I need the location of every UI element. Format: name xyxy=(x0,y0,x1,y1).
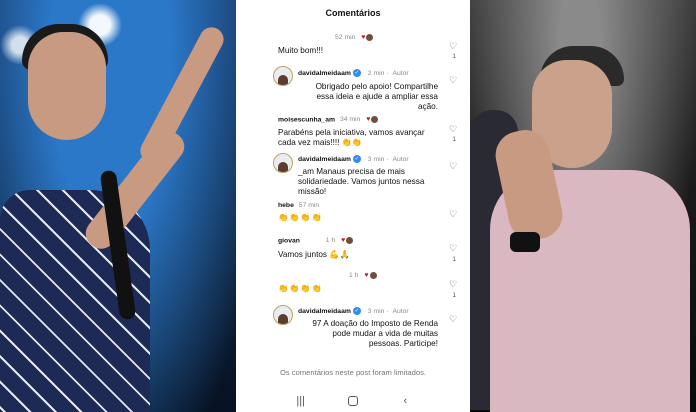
liked-heart-icon: ♥ xyxy=(361,34,366,42)
comments-sheet: Comentários 52 min ♥ Muito bom!!! ♡ 1 da… xyxy=(236,0,470,412)
comment-time: 34 min xyxy=(339,116,361,124)
comment-text: 97 A doação do Imposto de Renda pode mud… xyxy=(312,319,438,349)
comment-time: 2 min xyxy=(367,69,385,77)
liked-heart-icon: ♥ xyxy=(366,116,371,124)
comment-time: 1 h xyxy=(349,272,359,280)
heart-icon[interactable]: ♡ xyxy=(448,161,458,171)
user-avatar[interactable] xyxy=(273,305,293,325)
system-navbar: ||| ‹ xyxy=(236,390,470,412)
user-avatar[interactable] xyxy=(273,153,293,173)
author-tag: Autor xyxy=(392,69,409,77)
comment-meta: davidalmeidaam ✓ 2 min · Autor xyxy=(298,69,409,77)
verified-badge-icon: ✓ xyxy=(352,69,361,77)
comment-time: 3 min xyxy=(367,155,385,163)
author-liked-avatar xyxy=(366,34,374,41)
comment-meta: 1 h ♥ xyxy=(346,272,377,279)
heart-icon[interactable]: ♡ xyxy=(448,75,458,85)
liked-heart-icon: ♥ xyxy=(364,272,369,280)
comment-text: _am Manaus precisa de mais solidariedade… xyxy=(298,167,425,197)
liked-heart-icon: ♥ xyxy=(341,237,346,245)
watch xyxy=(510,232,540,252)
comment-text: Obrigado pelo apoio! Compartilhe essa id… xyxy=(315,82,438,112)
comment-meta: davidalmeidaam ✓ 3 min · Autor xyxy=(298,307,409,315)
comment-text: Parabéns pela iniciativa, vamos avançar … xyxy=(278,128,425,148)
verified-badge-icon: ✓ xyxy=(352,307,361,315)
heart-icon[interactable]: ♡ xyxy=(448,243,458,253)
author-tag: Autor xyxy=(392,307,409,315)
author-liked-avatar xyxy=(371,116,379,123)
verified-badge-icon: ✓ xyxy=(352,155,361,163)
home-icon[interactable] xyxy=(347,396,358,406)
like-count: 1 xyxy=(452,292,456,299)
left-photo xyxy=(0,0,236,412)
comment-text: Muito bom!!! xyxy=(278,46,324,55)
heart-icon[interactable]: ♡ xyxy=(448,279,458,289)
comment-username[interactable]: giovan xyxy=(278,237,300,244)
user-avatar[interactable] xyxy=(273,66,293,86)
author-tag: Autor xyxy=(392,155,409,163)
like-count: 1 xyxy=(452,53,456,60)
comment-meta: giovan 1 h ♥ xyxy=(278,237,354,245)
face xyxy=(28,32,106,140)
like-count: 1 xyxy=(452,256,456,263)
comment-text: Vamos juntos 💪🙏 xyxy=(278,250,350,259)
heart-icon[interactable]: ♡ xyxy=(448,124,458,134)
back-icon[interactable]: ‹ xyxy=(395,395,415,407)
comment-username[interactable]: moisescunha_am xyxy=(278,116,335,123)
comment-username[interactable]: davidalmeidaam xyxy=(298,156,351,163)
heart-icon[interactable]: ♡ xyxy=(448,209,458,219)
comment-time: 57 min xyxy=(298,202,320,209)
comment-username[interactable]: hebe xyxy=(278,202,294,209)
heart-icon[interactable]: ♡ xyxy=(448,41,458,51)
comment-username[interactable]: davidalmeidaam xyxy=(298,308,351,315)
comment-meta: 52 min ♥ xyxy=(332,34,374,42)
comment-text: 👏👏👏👏 xyxy=(278,213,323,222)
comment-time: 3 min xyxy=(367,307,385,315)
author-liked-avatar xyxy=(346,237,354,244)
comment-time: 52 min xyxy=(335,34,356,42)
comment-meta: moisescunha_am 34 min ♥ xyxy=(278,116,379,124)
comment-username[interactable]: davidalmeidaam xyxy=(298,70,351,77)
like-count: 1 xyxy=(452,136,456,143)
recent-apps-icon[interactable]: ||| xyxy=(291,395,311,407)
comments-limited-note: Os comentários neste post foram limitado… xyxy=(279,368,427,377)
author-liked-avatar xyxy=(369,272,377,279)
comment-meta: davidalmeidaam ✓ 3 min · Autor xyxy=(298,155,409,163)
heart-icon[interactable]: ♡ xyxy=(448,314,458,324)
comment-meta: hebe 57 min xyxy=(278,202,319,209)
comment-time: 1 h xyxy=(325,237,336,245)
comment-text: 👏👏👏👏 xyxy=(278,284,323,293)
sheet-title: Comentários xyxy=(325,8,381,18)
right-photo xyxy=(470,0,696,412)
